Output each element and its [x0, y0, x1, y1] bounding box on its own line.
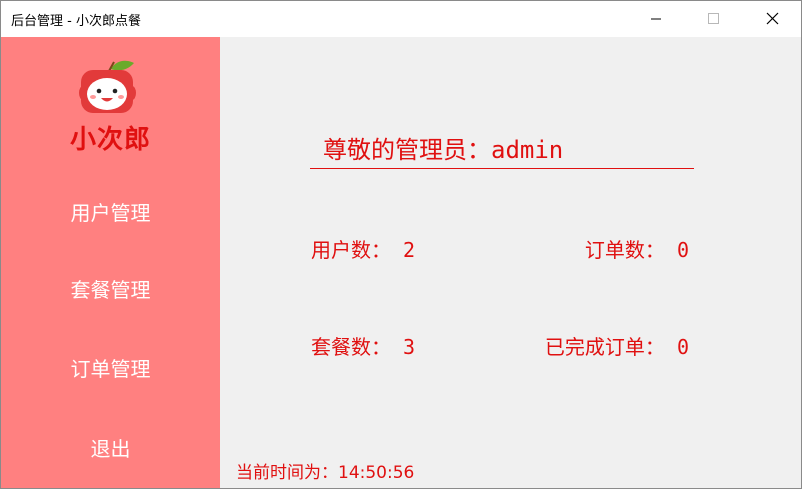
greeting-divider: [310, 168, 694, 169]
dashboard-panel: 尊敬的管理员：admin 用户数： 2 订单数： 0 套餐数： 3 已完成订单：…: [220, 37, 801, 488]
user-count: 用户数： 2: [311, 238, 416, 262]
minimize-icon: [651, 18, 661, 20]
sidebar: 小次郎 用户管理 套餐管理 订单管理 退出: [1, 37, 220, 488]
package-count: 套餐数： 3: [311, 335, 416, 359]
brand-name: 小次郎: [69, 125, 151, 155]
minimize-button[interactable]: [633, 1, 679, 37]
sidebar-item-logout[interactable]: 退出: [1, 433, 220, 462]
apple-mascot-icon: [79, 60, 136, 113]
maximize-button[interactable]: [691, 1, 737, 37]
close-button[interactable]: [749, 1, 795, 37]
order-count: 订单数： 0: [584, 238, 689, 262]
sidebar-item-order-management[interactable]: 订单管理: [1, 353, 220, 382]
completed-order-count: 已完成订单： 0: [544, 335, 689, 359]
sidebar-item-user-management[interactable]: 用户管理: [1, 197, 220, 226]
window-title: 后台管理 - 小次郎点餐: [11, 14, 141, 29]
current-time: 当前时间为：14:50:56: [236, 463, 415, 483]
admin-greeting: 尊敬的管理员：admin: [323, 136, 564, 164]
maximize-icon: [708, 13, 719, 24]
title-bar[interactable]: 后台管理 - 小次郎点餐: [1, 1, 801, 37]
app-window: 后台管理 - 小次郎点餐 小次郎 用户管理 套餐管理 订单管理 退出 尊敬的管理…: [0, 0, 802, 489]
sidebar-item-package-management[interactable]: 套餐管理: [1, 274, 220, 303]
close-icon: [766, 12, 779, 25]
